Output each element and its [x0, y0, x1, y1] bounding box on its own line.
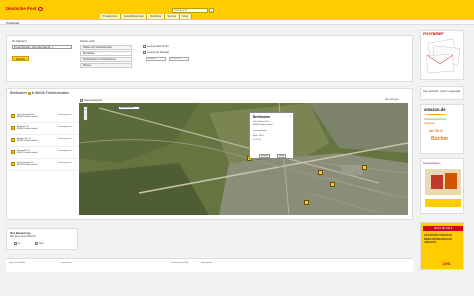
zoom-out-button[interactable]: − — [84, 112, 87, 117]
map-marker[interactable] — [362, 165, 367, 170]
pickup-times-link[interactable]: Leerungszeiten — [58, 114, 72, 116]
dhl-logo: DHL — [443, 261, 452, 266]
amazon-smile-icon — [424, 113, 446, 115]
mailbox-icon — [11, 126, 15, 130]
rating-no-option[interactable]: Nein — [35, 242, 44, 245]
posthorn-icon — [37, 6, 43, 11]
popup-times-label: Leerungszeiten — [253, 130, 267, 132]
map-marker[interactable] — [330, 182, 335, 187]
show-all-link[interactable]: Alle anzeigen — [385, 99, 399, 101]
category-weitere[interactable]: Weitere — [80, 63, 132, 68]
list-item[interactable]: Ailinger Str. 52 88046 Friedrichshafen Lee… — [10, 136, 78, 147]
weekday-select[interactable]: Montag — [146, 57, 166, 61]
gift-ad[interactable]: Geschenkideen — [420, 158, 464, 214]
footer-link-privacy[interactable]: Datenschutz — [201, 262, 212, 264]
search-input[interactable]: Suchbegriff — [172, 8, 208, 13]
logo-text: Deutsche Post — [6, 6, 37, 11]
amazon-logo: amazon.de — [424, 107, 446, 112]
location-label: Ihr Standort — [12, 39, 27, 43]
header-bar — [0, 0, 474, 20]
list-item[interactable]: Seestraße 10 88045 Friedrichshafen Leerung… — [10, 148, 78, 159]
rating-question: War diese Seite hilfreich? — [10, 236, 36, 238]
popup-address: Otto-Lilienthal-Str. 1 — [253, 121, 271, 123]
nav-item-shop[interactable]: Shop — [179, 14, 192, 19]
popup-times-row-1: Mo-Fr 18:00 — [253, 135, 264, 137]
map-marker[interactable] — [318, 170, 323, 175]
mailbox-icon — [11, 114, 15, 118]
postbrief-slogan-box[interactable]: Hier bestellt - sicher zugestellt — [420, 86, 464, 100]
postbrief-slogan: Hier bestellt - sicher zugestellt — [423, 89, 461, 93]
mailbox-icon — [11, 138, 15, 142]
nav-item-geschaeftskunden[interactable]: Geschäftskunden — [121, 14, 148, 19]
map-center-checkbox[interactable] — [80, 99, 83, 102]
popup-city: 88046 Friedrichshafen — [253, 124, 273, 126]
nav-item-privatkunden[interactable]: Privatkunden — [100, 14, 122, 19]
option-checkbox-1[interactable] — [143, 45, 146, 48]
option-checkbox-2[interactable] — [143, 51, 146, 54]
mailbox-icon — [11, 150, 15, 154]
amazon-ad[interactable]: amazon.de Versandkostenfreie Lieferung a… — [420, 104, 464, 154]
footer: Deutsche Post AG Impressum Deutsche Post… — [6, 258, 413, 272]
pickup-times-link[interactable]: Leerungszeiten — [58, 162, 72, 164]
pickup-times-link[interactable]: Leerungszeiten — [58, 126, 72, 128]
find-button[interactable]: Suchen — [12, 56, 29, 61]
map-view[interactable] — [79, 103, 408, 215]
deutsche-post-logo[interactable]: Deutsche Post — [6, 6, 43, 11]
finder-panel — [6, 35, 413, 82]
page-title: Postfinder — [6, 20, 20, 25]
map-zoom-control[interactable]: + − — [83, 106, 88, 121]
subheader — [0, 20, 474, 25]
mailbox-icon — [11, 162, 15, 166]
main-nav: Privatkunden Geschäftskunden Postfinder … — [100, 14, 192, 19]
popup-route-button[interactable]: Route — [277, 154, 287, 158]
rating-no-radio[interactable] — [35, 242, 38, 245]
list-item[interactable]: Eckenerstraße 13 88046 Friedrichshafen Lee… — [10, 160, 78, 171]
popup-times-row-2: Sa 12:00 — [253, 139, 262, 141]
map-info-popup: Briefkasten x Otto-Lilienthal-Str. 1 880… — [249, 112, 294, 159]
results-title: Briefkasten in 88048 Friedrichshafen — [10, 91, 70, 95]
rating-yes-radio[interactable] — [14, 242, 17, 245]
dhl-ad[interactable]: JETZT AB 3,90 € AB SOFORT: PAKETE IN IHR… — [420, 222, 464, 270]
postbrief-promo[interactable] — [420, 30, 464, 80]
footer-center-text: Deutsche Post DHL — [171, 262, 189, 264]
location-input[interactable]: Friedrichshafen, Otto-Lilienthal-Str. 1 — [12, 45, 72, 49]
map-marker[interactable] — [304, 200, 309, 205]
category-packstationen[interactable]: Packstationen und Paketboxen — [80, 57, 132, 62]
search-for-label: Suche nach — [80, 39, 95, 43]
map-type-button[interactable]: Kartenansicht — [118, 106, 140, 110]
list-item[interactable]: Flughafen 12 88046 Friedrichshafen Leerung… — [10, 124, 78, 135]
popup-zoom-button[interactable]: Zoomen — [259, 154, 271, 158]
popup-title: Briefkasten — [253, 115, 271, 119]
time-select[interactable]: 17:00 Uhr — [169, 57, 189, 61]
gift-image — [425, 169, 461, 207]
satellite-map-image — [79, 103, 408, 215]
nav-item-postfinder[interactable]: Postfinder — [147, 14, 166, 19]
nav-item-service[interactable]: Service — [165, 14, 180, 19]
rating-title: Ihre Bewertung — [10, 231, 31, 235]
rating-box: Ihre Bewertung War diese Seite hilfreich… — [6, 228, 78, 250]
close-icon[interactable]: x — [290, 115, 291, 118]
category-filialen[interactable]: Filialen und Verkaufspunkte — [80, 45, 132, 50]
option-label-2: Leerung am Samstag — [147, 52, 169, 55]
pickup-times-link[interactable]: Leerungszeiten — [58, 138, 72, 140]
footer-link-imprint[interactable]: Impressum — [61, 262, 71, 264]
option-label-1: Leerung nach 18 Uhr — [147, 46, 169, 49]
postbrief-title: POSTBRIEF — [423, 32, 444, 36]
search-button[interactable]: » — [209, 8, 214, 13]
pickup-times-link[interactable]: Leerungszeiten — [58, 150, 72, 152]
footer-link-company[interactable]: Deutsche Post AG — [9, 262, 25, 264]
rating-yes-option[interactable]: Ja — [14, 242, 20, 245]
option-row-1[interactable]: Leerung nach 18 Uhr — [143, 45, 169, 48]
list-item[interactable]: Otto-Lilienthal-Str. 1 88046 Friedrichsha… — [10, 112, 78, 123]
map-center-option[interactable]: Kartenmittelpunkt — [80, 99, 102, 102]
mailbox-pin-icon — [27, 91, 31, 95]
category-briefkaesten[interactable]: Briefkästen — [80, 51, 132, 56]
option-row-2[interactable]: Leerung am Samstag — [143, 51, 169, 54]
postbrief-envelopes-image — [426, 38, 460, 74]
